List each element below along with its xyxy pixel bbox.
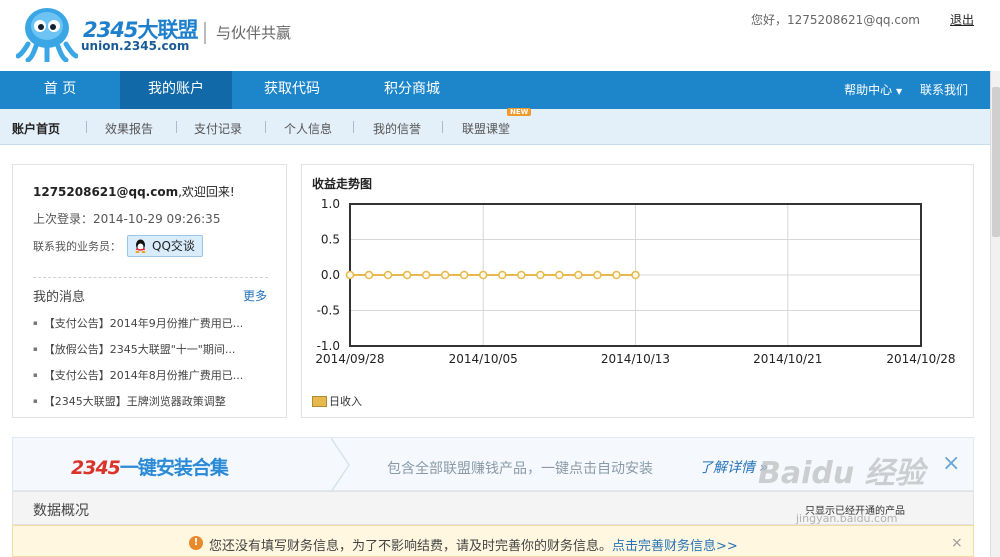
nav-points-mall[interactable]: 积分商城	[352, 71, 472, 109]
data-point	[555, 270, 564, 280]
warning-icon: !	[189, 536, 203, 550]
message-item[interactable]: 【2345大联盟】王牌浏览器政策调整	[33, 393, 273, 419]
help-center-link[interactable]: 帮助中心 ▼	[830, 83, 902, 97]
data-point	[345, 270, 355, 280]
notice-text: 您还没有填写财务信息，为了不影响结费，请及时完善你的财务信息。点击完善财务信息>…	[209, 539, 738, 554]
close-icon[interactable]: ×	[951, 535, 963, 551]
subnav-divider	[265, 121, 266, 133]
y-tick-label: -0.5	[317, 304, 340, 318]
messages-more-link[interactable]: 更多	[243, 287, 267, 304]
data-point	[612, 270, 621, 280]
banner-text: 包含全部联盟赚钱产品，一键点击自动安装	[387, 461, 653, 477]
data-point	[440, 270, 450, 280]
subnav-union-class[interactable]: 联盟课堂	[462, 120, 510, 137]
banner-logo: 2345一键安装合集	[71, 457, 229, 479]
message-item[interactable]: 【支付公告】2014年9月份推广费用已...	[33, 315, 273, 341]
data-point	[498, 270, 507, 280]
sub-nav: 账户首页 效果报告 支付记录 个人信息 我的信誉 联盟课堂	[0, 109, 990, 145]
chart-legend: 日收入	[312, 393, 362, 409]
messages-title: 我的消息	[33, 290, 86, 305]
earnings-line-chart: 1.0 0.5 0.0 -0.5 -1.02014/09/28 2014/10/05 201…	[315, 197, 955, 366]
message-item[interactable]: 【支付公告】2014年8月份推广费用已...	[33, 367, 273, 393]
message-item[interactable]: 【放假公告】2345大联盟"十一"期间...	[33, 341, 273, 367]
page-scrollbar[interactable]	[990, 71, 1000, 557]
main-nav: 首 页 我的账户 获取代码 积分商城 帮助中心 ▼ 联系我们	[0, 71, 990, 109]
complete-finance-info-link[interactable]: 点击完善财务信息>>	[612, 539, 738, 554]
data-point	[402, 270, 412, 280]
user-info-panel: 1275208621@qq.com,欢迎回来! 上次登录：2014-10-29 …	[12, 164, 287, 418]
data-point	[574, 270, 583, 280]
baidu-watermark: Baidu 经验	[758, 456, 925, 491]
x-tick-label: 2014/10/28	[886, 352, 955, 366]
user-greeting: 您好，1275208621@qq.com	[750, 13, 920, 27]
subnav-payment-records[interactable]: 支付记录	[194, 120, 242, 137]
legend-swatch	[312, 396, 327, 407]
x-tick-label: 2014/10/05	[449, 352, 518, 366]
legend-label: 日收入	[329, 395, 362, 408]
y-tick-label: 0.0	[321, 268, 340, 282]
subnav-my-credit[interactable]: 我的信誉	[373, 120, 421, 137]
data-point	[421, 270, 431, 280]
subnav-divider	[442, 121, 443, 133]
subnav-personal-info[interactable]: 个人信息	[284, 120, 332, 137]
close-icon[interactable]: ×	[942, 453, 960, 475]
brand-url: union.2345.com	[81, 39, 190, 53]
subnav-divider	[353, 121, 354, 133]
octopus-mascot-icon	[16, 8, 78, 62]
earnings-chart-panel: 收益走势图 1.0 0.5 0.0 -0.5 -1.0 2014/09/28 2014/10…	[301, 164, 974, 418]
data-point	[593, 270, 602, 280]
new-badge: NEW	[507, 108, 532, 116]
header: 2345大联盟 union.2345.com 与伙伴共赢 您好，12752086…	[0, 0, 1000, 71]
qq-penguin-icon	[135, 239, 146, 253]
nav-my-account[interactable]: 我的账户	[120, 71, 232, 109]
logout-link[interactable]: 退出	[950, 11, 974, 28]
nav-get-code[interactable]: 获取代码	[232, 71, 352, 109]
data-overview-title: 数据概况	[33, 503, 89, 519]
x-tick-label: 2014/10/13	[601, 352, 670, 366]
subnav-divider	[86, 121, 87, 133]
qq-chat-button[interactable]: QQ交谈	[127, 235, 203, 257]
scrollbar-thumb[interactable]	[992, 87, 1000, 237]
baidu-watermark-url: jingyan.baidu.com	[796, 512, 898, 525]
user-welcome: 1275208621@qq.com,欢迎回来!	[33, 185, 235, 199]
chevron-down-icon: ▼	[896, 87, 903, 96]
subnav-divider	[176, 121, 177, 133]
last-login: 上次登录：2014-10-29 09:26:35	[33, 212, 221, 226]
subnav-performance-report[interactable]: 效果报告	[105, 120, 153, 137]
y-tick-label: 0.5	[321, 233, 340, 247]
x-tick-label: 2014/09/28	[315, 352, 384, 366]
data-point	[517, 270, 526, 280]
section-divider	[33, 277, 268, 278]
nav-home[interactable]: 首 页	[0, 71, 120, 109]
finance-info-notice: ! 您还没有填写财务信息，为了不影响结费，请及时完善你的财务信息。点击完善财务信…	[12, 525, 974, 557]
data-point	[383, 270, 393, 280]
y-tick-label: 1.0	[321, 197, 340, 211]
site-logo[interactable]: 2345大联盟 union.2345.com 与伙伴共赢	[16, 6, 296, 62]
x-tick-label: 2014/10/21	[753, 352, 822, 366]
data-point	[536, 270, 545, 280]
data-point	[631, 270, 640, 280]
contact-us-link[interactable]: 联系我们	[920, 83, 968, 97]
contact-rep-label: 联系我的业务员：	[33, 240, 121, 253]
banner-arrow-divider	[331, 438, 350, 492]
nav-right-links: 帮助中心 ▼ 联系我们	[816, 71, 968, 109]
data-point	[459, 270, 469, 280]
slogan: 与伙伴共赢	[204, 22, 291, 44]
data-point	[364, 270, 374, 280]
data-point	[478, 270, 488, 280]
subnav-account-home[interactable]: 账户首页	[12, 120, 60, 137]
y-tick-label: -1.0	[317, 339, 340, 353]
messages-list: 【支付公告】2014年9月份推广费用已... 【放假公告】2345大联盟"十一"…	[33, 315, 273, 419]
